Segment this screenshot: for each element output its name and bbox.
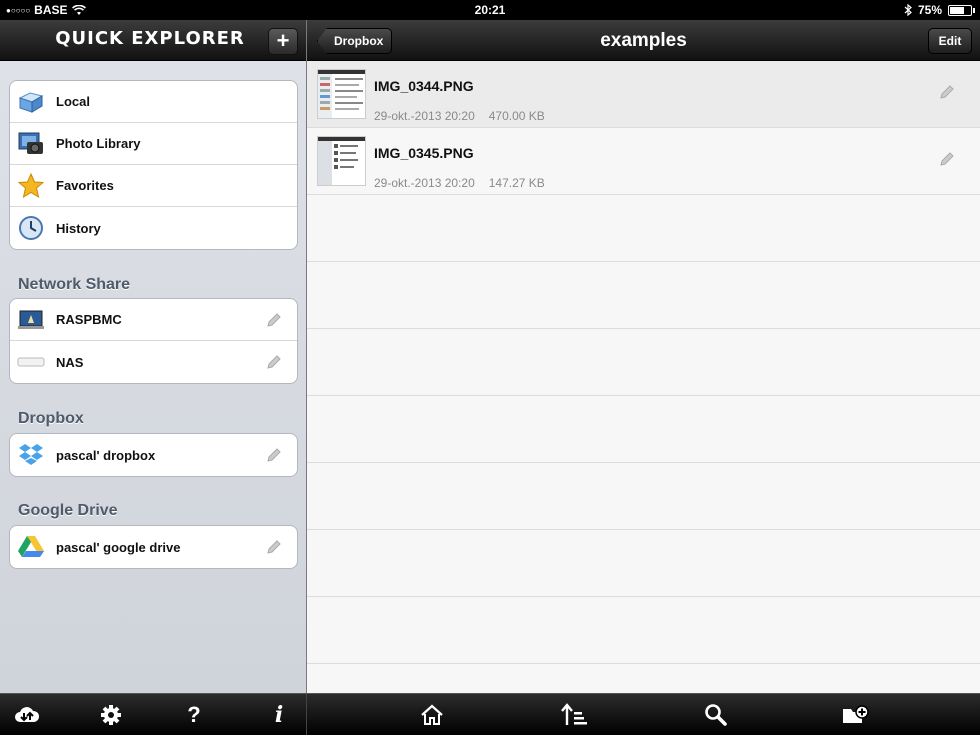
edit-pencil-icon[interactable] xyxy=(938,83,956,101)
file-size: 147.27 KB xyxy=(488,176,545,190)
google-drive-group: pascal' google drive xyxy=(9,525,298,569)
network-share-group: RASPBMC NAS xyxy=(9,298,298,384)
search-icon[interactable] xyxy=(702,702,730,728)
clock-icon xyxy=(17,214,45,242)
file-thumbnail xyxy=(317,69,366,119)
file-date: 29-okt.-2013 20:20 xyxy=(374,109,475,123)
edit-pencil-icon[interactable] xyxy=(265,446,283,464)
computer-icon xyxy=(17,306,45,334)
empty-row xyxy=(307,396,980,463)
battery-icon xyxy=(948,4,975,16)
file-thumbnail xyxy=(317,136,366,186)
status-bar: ●○○○○ BASE 20:21 75% xyxy=(0,0,980,20)
locations-group: Local Photo Library Favorites History xyxy=(9,80,298,250)
add-button[interactable]: + xyxy=(268,28,298,55)
sidebar-item-raspbmc[interactable]: RASPBMC xyxy=(10,299,297,341)
edit-pencil-icon[interactable] xyxy=(938,150,956,168)
sidebar-item-nas[interactable]: NAS xyxy=(10,341,297,383)
help-icon[interactable]: ? xyxy=(180,702,208,728)
file-size: 470.00 KB xyxy=(488,109,545,123)
sidebar-item-history[interactable]: History xyxy=(10,207,297,249)
nas-icon xyxy=(17,348,45,376)
empty-row xyxy=(307,597,980,664)
section-title-dropbox: Dropbox xyxy=(18,410,84,427)
folder-title: examples xyxy=(600,30,687,51)
sidebar-item-local[interactable]: Local xyxy=(10,81,297,123)
file-date: 29-okt.-2013 20:20 xyxy=(374,176,475,190)
folder-icon xyxy=(17,88,45,116)
gear-icon[interactable] xyxy=(97,702,125,728)
empty-row xyxy=(307,530,980,597)
section-title-google-drive: Google Drive xyxy=(18,502,118,519)
file-meta: 29-okt.-2013 20:20 147.27 KB xyxy=(374,176,545,190)
info-icon[interactable]: i xyxy=(265,702,293,728)
file-browser: Dropbox examples Edit IMG_0344.PNG 29-ok… xyxy=(307,20,980,693)
file-row[interactable]: IMG_0344.PNG 29-okt.-2013 20:20 470.00 KB xyxy=(307,61,980,128)
file-meta: 29-okt.-2013 20:20 470.00 KB xyxy=(374,109,545,123)
file-name: IMG_0345.PNG xyxy=(374,145,474,161)
edit-pencil-icon[interactable] xyxy=(265,353,283,371)
file-row[interactable]: IMG_0345.PNG 29-okt.-2013 20:20 147.27 KB xyxy=(307,128,980,195)
status-time: 20:21 xyxy=(474,3,506,17)
new-folder-icon[interactable] xyxy=(841,702,869,728)
cloud-transfer-icon[interactable] xyxy=(13,702,41,728)
empty-row xyxy=(307,195,980,262)
google-drive-icon xyxy=(17,533,45,561)
edit-button[interactable]: Edit xyxy=(928,28,972,54)
sidebar-item-label: Local xyxy=(56,94,90,109)
sidebar-item-favorites[interactable]: Favorites xyxy=(10,165,297,207)
file-name: IMG_0344.PNG xyxy=(374,78,474,94)
sidebar-item-label: Photo Library xyxy=(56,136,141,151)
sidebar-item-photo-library[interactable]: Photo Library xyxy=(10,123,297,165)
sidebar-item-pascal-dropbox[interactable]: pascal' dropbox xyxy=(10,434,297,476)
app-title: QUICK EXPLORER xyxy=(55,28,245,49)
battery-percent: 75% xyxy=(917,3,942,17)
dropbox-icon xyxy=(17,441,45,469)
sidebar-item-label: pascal' google drive xyxy=(56,539,181,555)
sidebar: QUICK EXPLORER + Local Photo Library Fav… xyxy=(0,20,306,693)
star-icon xyxy=(17,172,45,200)
bottom-toolbar: ? i xyxy=(0,693,980,735)
sidebar-item-pascal-google-drive[interactable]: pascal' google drive xyxy=(10,526,297,568)
home-icon[interactable] xyxy=(418,702,446,728)
sidebar-item-label: pascal' dropbox xyxy=(56,447,156,463)
sidebar-item-label: NAS xyxy=(56,354,84,370)
sidebar-item-label: History xyxy=(56,220,101,236)
sort-icon[interactable] xyxy=(560,702,588,728)
photo-library-icon xyxy=(17,130,45,158)
section-title-network-share: Network Share xyxy=(18,276,131,293)
bluetooth-icon xyxy=(904,4,912,16)
edit-pencil-icon[interactable] xyxy=(265,538,283,556)
sidebar-header: QUICK EXPLORER + xyxy=(0,20,306,61)
empty-row xyxy=(307,262,980,329)
sidebar-item-label: RASPBMC xyxy=(56,312,122,327)
empty-row xyxy=(307,463,980,530)
sidebar-item-label: Favorites xyxy=(56,178,114,193)
dropbox-group: pascal' dropbox xyxy=(9,433,298,477)
empty-row xyxy=(307,329,980,396)
toolbar-divider xyxy=(306,694,307,735)
edit-pencil-icon[interactable] xyxy=(265,311,283,329)
main-header: Dropbox examples Edit xyxy=(307,20,980,61)
